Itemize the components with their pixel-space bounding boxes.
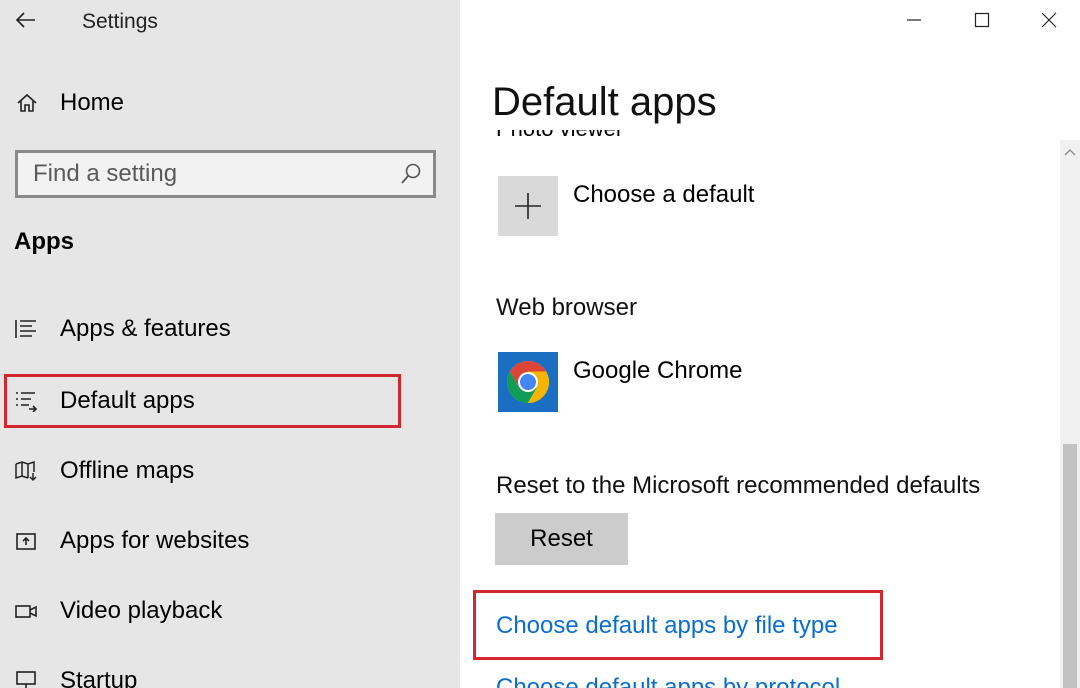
chevron-up-icon bbox=[1064, 149, 1076, 156]
sidebar: Settings Home Apps Apps & features Defau… bbox=[0, 0, 460, 688]
google-chrome-icon bbox=[506, 361, 550, 403]
scrollbar-thumb[interactable] bbox=[1063, 444, 1077, 688]
sidebar-item-label: Video playback bbox=[60, 597, 223, 624]
home-label: Home bbox=[60, 89, 125, 116]
sidebar-item-label: Apps & features bbox=[60, 315, 231, 342]
scroll-up-button[interactable] bbox=[1060, 142, 1080, 162]
web-browser-label: Web browser bbox=[496, 294, 637, 321]
home-icon bbox=[14, 90, 40, 116]
plus-tile bbox=[498, 176, 558, 236]
app-title: Settings bbox=[82, 10, 158, 33]
sidebar-item-label: Offline maps bbox=[60, 457, 195, 484]
web-browser-choice-label: Google Chrome bbox=[573, 357, 743, 384]
sidebar-item-label: Apps for websites bbox=[60, 527, 250, 554]
search-box[interactable] bbox=[15, 150, 436, 198]
web-browser-choice[interactable]: Google Chrome bbox=[498, 352, 742, 412]
apps-features-icon bbox=[12, 315, 40, 343]
close-button[interactable] bbox=[1026, 4, 1072, 36]
minimize-icon bbox=[907, 19, 921, 21]
home-nav[interactable]: Home bbox=[14, 86, 124, 120]
section-title: Apps bbox=[14, 228, 74, 255]
maximize-button[interactable] bbox=[959, 4, 1005, 36]
reset-label: Reset to the Microsoft recommended defau… bbox=[496, 472, 981, 499]
sidebar-item-label: Default apps bbox=[60, 387, 195, 414]
chrome-tile bbox=[498, 352, 558, 412]
sidebar-item-apps-for-websites[interactable]: Apps for websites bbox=[4, 514, 424, 568]
search-input[interactable] bbox=[33, 158, 393, 190]
photo-viewer-choice-label: Choose a default bbox=[573, 181, 755, 208]
choose-by-file-type-link[interactable]: Choose default apps by file type bbox=[496, 612, 838, 640]
offline-maps-icon bbox=[12, 457, 40, 485]
page-title: Default apps bbox=[492, 80, 717, 124]
search-icon[interactable] bbox=[399, 162, 423, 186]
minimize-button[interactable] bbox=[891, 4, 937, 36]
default-apps-icon bbox=[12, 387, 40, 415]
photo-viewer-label: Photo viewer bbox=[496, 130, 623, 142]
reset-button[interactable]: Reset bbox=[495, 513, 628, 565]
sidebar-item-video-playback[interactable]: Video playback bbox=[4, 584, 424, 638]
close-icon bbox=[1041, 12, 1057, 28]
sidebar-item-apps-features[interactable]: Apps & features bbox=[4, 302, 424, 356]
choose-by-protocol-link[interactable]: Choose default apps by protocol bbox=[496, 674, 840, 688]
back-button[interactable] bbox=[12, 6, 40, 34]
back-arrow-icon bbox=[15, 12, 35, 28]
sidebar-item-label: Startup bbox=[60, 667, 138, 688]
video-playback-icon bbox=[12, 597, 40, 625]
maximize-icon bbox=[974, 12, 990, 28]
apps-for-websites-icon bbox=[12, 527, 40, 555]
photo-viewer-choice[interactable]: Choose a default bbox=[498, 176, 754, 236]
sidebar-item-offline-maps[interactable]: Offline maps bbox=[4, 444, 424, 498]
clipped-section-label: Photo viewer bbox=[496, 130, 1016, 144]
plus-icon bbox=[515, 193, 541, 219]
sidebar-item-default-apps[interactable]: Default apps bbox=[4, 374, 401, 428]
startup-icon bbox=[12, 667, 40, 688]
sidebar-item-startup[interactable]: Startup bbox=[4, 654, 424, 688]
